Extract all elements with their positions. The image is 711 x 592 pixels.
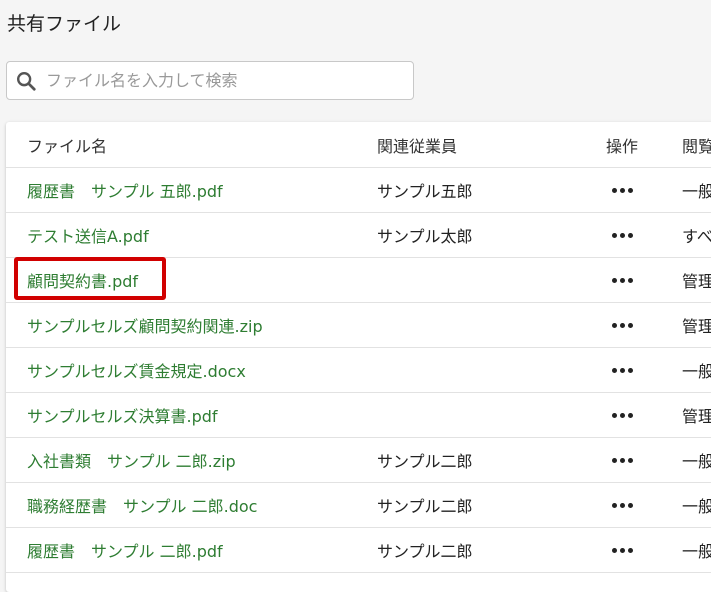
more-horizontal-icon[interactable]	[611, 547, 633, 553]
file-link[interactable]: 履歴書 サンプル 二郎.pdf	[27, 538, 223, 562]
file-name-cell: サンプルセルズ顧問契約関連.zip	[27, 303, 263, 347]
table-header-row: ファイル名 関連従業員 操作 閲覧	[6, 122, 711, 168]
permission-cell: 一般	[682, 542, 711, 561]
operation-cell	[603, 168, 641, 212]
table-row[interactable]: 履歴書 サンプル 五郎.pdf サンプル五郎 一般	[6, 168, 711, 213]
operation-cell	[603, 393, 641, 437]
more-horizontal-icon[interactable]	[611, 367, 633, 373]
more-horizontal-icon[interactable]	[611, 277, 633, 283]
page-title: 共有ファイル	[7, 13, 122, 35]
more-horizontal-icon[interactable]	[611, 412, 633, 418]
employee-cell: サンプル二郎	[377, 452, 473, 471]
search-input[interactable]	[46, 71, 413, 90]
file-name-cell: 職務経歴書 サンプル 二郎.doc	[27, 483, 257, 527]
table-row[interactable]: テスト送信A.pdf サンプル太郎 すべ	[6, 213, 711, 258]
more-horizontal-icon[interactable]	[611, 322, 633, 328]
shared-files-table: ファイル名 関連従業員 操作 閲覧 履歴書 サンプル 五郎.pdf サンプル五郎一…	[6, 122, 711, 592]
column-header-employee[interactable]: 関連従業員	[377, 122, 457, 167]
employee-cell: サンプル五郎	[377, 182, 473, 201]
search-box[interactable]	[6, 61, 414, 100]
file-link[interactable]: サンプルセルズ決算書.pdf	[27, 403, 218, 427]
more-horizontal-icon[interactable]	[611, 457, 633, 463]
file-link[interactable]: 履歴書 サンプル 五郎.pdf	[27, 178, 223, 202]
permission-cell: 一般	[682, 452, 711, 471]
more-horizontal-icon[interactable]	[611, 502, 633, 508]
employee-cell: サンプル太郎	[377, 227, 473, 246]
permission-cell: 一般	[682, 182, 711, 201]
column-header-permission[interactable]: 閲覧	[682, 122, 711, 167]
column-header-operation: 操作	[605, 136, 638, 156]
table-row[interactable]: 顧問契約書.pdf 管理	[6, 258, 711, 303]
file-link[interactable]: 入社書類 サンプル 二郎.zip	[27, 448, 236, 472]
employee-cell: サンプル二郎	[377, 497, 473, 516]
file-link[interactable]: サンプルセルズ賃金規定.docx	[27, 358, 246, 382]
table-row[interactable]: 履歴書 サンプル 二郎.pdf サンプル二郎 一般	[6, 528, 711, 573]
file-link[interactable]: 職務経歴書 サンプル 二郎.doc	[27, 493, 257, 517]
permission-cell: 管理	[682, 317, 711, 336]
more-horizontal-icon[interactable]	[611, 232, 633, 238]
operation-cell	[603, 483, 641, 527]
permission-cell: 一般	[682, 497, 711, 516]
permission-cell: 管理	[682, 272, 711, 291]
operation-cell	[603, 258, 641, 302]
permission-cell: 一般	[682, 362, 711, 381]
file-link[interactable]: テスト送信A.pdf	[27, 223, 149, 247]
table-row[interactable]: サンプルセルズ決算書.pdf 管理	[6, 393, 711, 438]
file-name-cell: 顧問契約書.pdf	[27, 258, 138, 302]
operation-cell	[603, 213, 641, 257]
file-name-cell: 履歴書 サンプル 二郎.pdf	[27, 528, 223, 572]
operation-cell	[603, 348, 641, 392]
file-link[interactable]: 顧問契約書.pdf	[27, 268, 138, 292]
file-link[interactable]: サンプルセルズ顧問契約関連.zip	[27, 313, 263, 337]
operation-cell	[603, 528, 641, 572]
table-row[interactable]: サンプルセルズ賃金規定.docx 一般	[6, 348, 711, 393]
table-row[interactable]: 職務経歴書 サンプル 二郎.doc サンプル二郎 一般	[6, 483, 711, 528]
file-name-cell: サンプルセルズ決算書.pdf	[27, 393, 218, 437]
employee-cell: サンプル二郎	[377, 542, 473, 561]
table-row[interactable]: サンプルセルズ顧問契約関連.zip 管理	[6, 303, 711, 348]
more-horizontal-icon[interactable]	[611, 187, 633, 193]
file-name-cell: 履歴書 サンプル 五郎.pdf	[27, 168, 223, 212]
operation-cell	[603, 303, 641, 347]
search-icon	[14, 69, 38, 93]
permission-cell: 管理	[682, 407, 711, 426]
operation-cell	[603, 438, 641, 482]
table-body: 履歴書 サンプル 五郎.pdf サンプル五郎 一般 テスト送信A.pdf サンプル太郎す…	[6, 168, 711, 573]
permission-cell: すべ	[682, 227, 711, 246]
file-name-cell: サンプルセルズ賃金規定.docx	[27, 348, 246, 392]
column-header-file-name[interactable]: ファイル名	[27, 122, 107, 167]
table-row[interactable]: 入社書類 サンプル 二郎.zip サンプル二郎 一般	[6, 438, 711, 483]
file-name-cell: テスト送信A.pdf	[27, 213, 149, 257]
file-name-cell: 入社書類 サンプル 二郎.zip	[27, 438, 236, 482]
